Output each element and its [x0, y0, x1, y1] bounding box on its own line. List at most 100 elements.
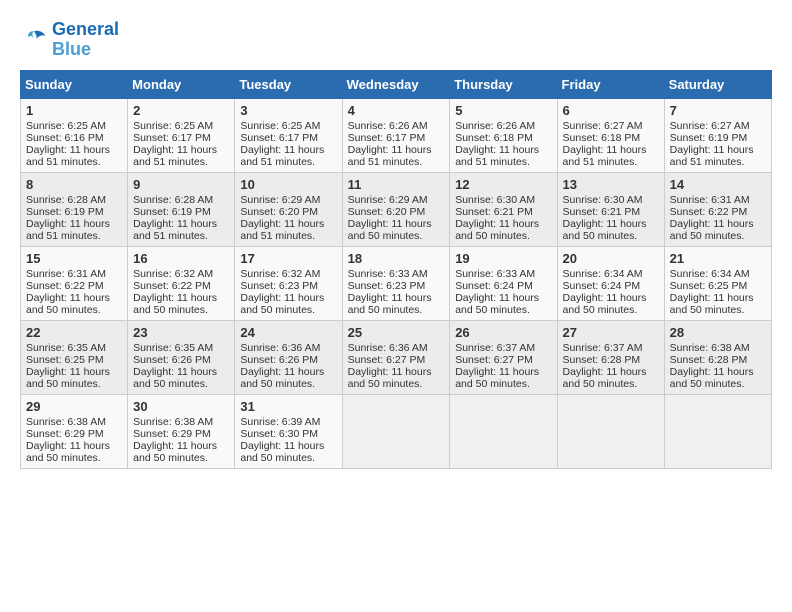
day-info-line: and 50 minutes. — [455, 230, 551, 242]
calendar-cell: 29 Sunrise: 6:38 AMSunset: 6:29 PMDayligh… — [21, 394, 128, 468]
day-info-line: Sunset: 6:25 PM — [670, 280, 766, 292]
calendar-cell: 27Sunrise: 6:37 AMSunset: 6:28 PMDayligh… — [557, 320, 664, 394]
day-info-line: and 50 minutes. — [563, 304, 659, 316]
day-number: 10 — [240, 177, 336, 192]
day-number: 26 — [455, 325, 551, 340]
day-info-line: Sunset: 6:27 PM — [455, 354, 551, 366]
calendar-cell: 9Sunrise: 6:28 AMSunset: 6:19 PMDaylight… — [128, 172, 235, 246]
day-info-line: Sunset: 6:19 PM — [670, 132, 766, 144]
day-number: 21 — [670, 251, 766, 266]
day-info-line: Sunrise: 6:38 AM — [26, 416, 122, 428]
calendar-cell: 6Sunrise: 6:27 AMSunset: 6:18 PMDaylight… — [557, 98, 664, 172]
calendar-cell: 2Sunrise: 6:25 AMSunset: 6:17 PMDaylight… — [128, 98, 235, 172]
day-info-line: Sunset: 6:28 PM — [563, 354, 659, 366]
day-info-line: Sunset: 6:24 PM — [455, 280, 551, 292]
calendar-cell: 31Sunrise: 6:39 AMSunset: 6:30 PMDayligh… — [235, 394, 342, 468]
day-info-line: Sunrise: 6:35 AM — [133, 342, 229, 354]
day-info-line: and 51 minutes. — [563, 156, 659, 168]
day-info-line: Sunrise: 6:36 AM — [348, 342, 445, 354]
day-number: 27 — [563, 325, 659, 340]
calendar-cell: 5Sunrise: 6:26 AMSunset: 6:18 PMDaylight… — [450, 98, 557, 172]
day-info-line: and 50 minutes. — [348, 230, 445, 242]
day-info-line: and 51 minutes. — [455, 156, 551, 168]
day-info-line: and 51 minutes. — [26, 156, 122, 168]
day-info-line: Daylight: 11 hours — [563, 144, 659, 156]
calendar-week-row: 29Sunrise: 6:38 AMSunset: 6:29 PMDayligh… — [21, 394, 772, 468]
logo-text: General Blue — [52, 20, 119, 60]
day-info-line: Daylight: 11 hours — [670, 292, 766, 304]
calendar-cell: 16Sunrise: 6:32 AMSunset: 6:22 PMDayligh… — [128, 246, 235, 320]
day-info-line: and 50 minutes. — [26, 304, 122, 316]
day-info-line: and 50 minutes. — [455, 304, 551, 316]
day-info-line: Daylight: 11 hours — [26, 218, 122, 230]
day-info-line: Daylight: 11 hours — [455, 366, 551, 378]
calendar-week-row: 22Sunrise: 6:35 AMSunset: 6:25 PMDayligh… — [21, 320, 772, 394]
day-info-line: and 50 minutes. — [240, 452, 336, 464]
calendar-cell: 30Sunrise: 6:38 AMSunset: 6:29 PMDayligh… — [128, 394, 235, 468]
day-info-line: Daylight: 11 hours — [240, 144, 336, 156]
day-info-line: Sunrise: 6:25 AM — [240, 120, 336, 132]
day-info-line: and 50 minutes. — [670, 378, 766, 390]
day-info-line: Sunset: 6:27 PM — [348, 354, 445, 366]
day-info-line: Sunrise: 6:34 AM — [670, 268, 766, 280]
calendar-week-row: 1Sunrise: 6:25 AMSunset: 6:16 PMDaylight… — [21, 98, 772, 172]
day-number: 6 — [563, 103, 659, 118]
calendar-cell: 25Sunrise: 6:36 AMSunset: 6:27 PMDayligh… — [342, 320, 450, 394]
day-info-line: and 50 minutes. — [563, 378, 659, 390]
day-info-line: Sunrise: 6:37 AM — [455, 342, 551, 354]
day-info-line: and 50 minutes. — [133, 378, 229, 390]
day-number: 14 — [670, 177, 766, 192]
day-info-line: Daylight: 11 hours — [670, 144, 766, 156]
day-info-line: and 50 minutes. — [670, 230, 766, 242]
day-info-line: Sunset: 6:23 PM — [348, 280, 445, 292]
day-info-line: Sunrise: 6:26 AM — [348, 120, 445, 132]
calendar-cell: 19Sunrise: 6:33 AMSunset: 6:24 PMDayligh… — [450, 246, 557, 320]
calendar-cell: 22Sunrise: 6:35 AMSunset: 6:25 PMDayligh… — [21, 320, 128, 394]
day-info-line: Sunset: 6:20 PM — [240, 206, 336, 218]
day-number: 29 — [26, 399, 122, 414]
day-info-line: and 50 minutes. — [26, 452, 122, 464]
day-info-line: Daylight: 11 hours — [133, 440, 229, 452]
calendar-cell: 3Sunrise: 6:25 AMSunset: 6:17 PMDaylight… — [235, 98, 342, 172]
day-info-line: Sunset: 6:17 PM — [133, 132, 229, 144]
calendar-cell — [557, 394, 664, 468]
calendar-cell: 15 Sunrise: 6:31 AMSunset: 6:22 PMDayligh… — [21, 246, 128, 320]
day-info-line: Daylight: 11 hours — [455, 218, 551, 230]
day-number: 20 — [563, 251, 659, 266]
calendar-week-row: 15Sunrise: 6:31 AMSunset: 6:22 PMDayligh… — [21, 246, 772, 320]
day-info-line: and 50 minutes. — [670, 304, 766, 316]
calendar-cell — [450, 394, 557, 468]
day-info-line: and 51 minutes. — [670, 156, 766, 168]
day-info-line: Sunset: 6:21 PM — [563, 206, 659, 218]
day-info-line: Sunset: 6:23 PM — [240, 280, 336, 292]
day-info-line: Daylight: 11 hours — [26, 440, 122, 452]
day-info-line: Sunset: 6:18 PM — [455, 132, 551, 144]
day-info-line: and 51 minutes. — [26, 230, 122, 242]
day-info-line: Sunrise: 6:31 AM — [26, 268, 122, 280]
day-info-line: Daylight: 11 hours — [133, 292, 229, 304]
day-number: 9 — [133, 177, 229, 192]
day-info-line: Daylight: 11 hours — [133, 218, 229, 230]
day-number: 11 — [348, 177, 445, 192]
day-number: 7 — [670, 103, 766, 118]
day-info-line: Sunset: 6:19 PM — [133, 206, 229, 218]
day-number: 13 — [563, 177, 659, 192]
calendar-cell: 20Sunrise: 6:34 AMSunset: 6:24 PMDayligh… — [557, 246, 664, 320]
calendar-table: SundayMondayTuesdayWednesdayThursdayFrid… — [20, 70, 772, 469]
weekday-header-row: SundayMondayTuesdayWednesdayThursdayFrid… — [21, 70, 772, 98]
day-info-line: Daylight: 11 hours — [26, 292, 122, 304]
day-info-line: Sunrise: 6:38 AM — [133, 416, 229, 428]
day-info-line: Sunrise: 6:30 AM — [563, 194, 659, 206]
day-info-line: and 50 minutes. — [240, 378, 336, 390]
weekday-header-monday: Monday — [128, 70, 235, 98]
day-number: 28 — [670, 325, 766, 340]
day-info-line: Sunrise: 6:31 AM — [670, 194, 766, 206]
calendar-week-row: 8Sunrise: 6:28 AMSunset: 6:19 PMDaylight… — [21, 172, 772, 246]
weekday-header-saturday: Saturday — [664, 70, 771, 98]
day-number: 15 — [26, 251, 122, 266]
day-info-line: Sunset: 6:29 PM — [26, 428, 122, 440]
calendar-cell: 13Sunrise: 6:30 AMSunset: 6:21 PMDayligh… — [557, 172, 664, 246]
day-info-line: Sunset: 6:22 PM — [26, 280, 122, 292]
calendar-cell: 12Sunrise: 6:30 AMSunset: 6:21 PMDayligh… — [450, 172, 557, 246]
day-info-line: Sunrise: 6:37 AM — [563, 342, 659, 354]
